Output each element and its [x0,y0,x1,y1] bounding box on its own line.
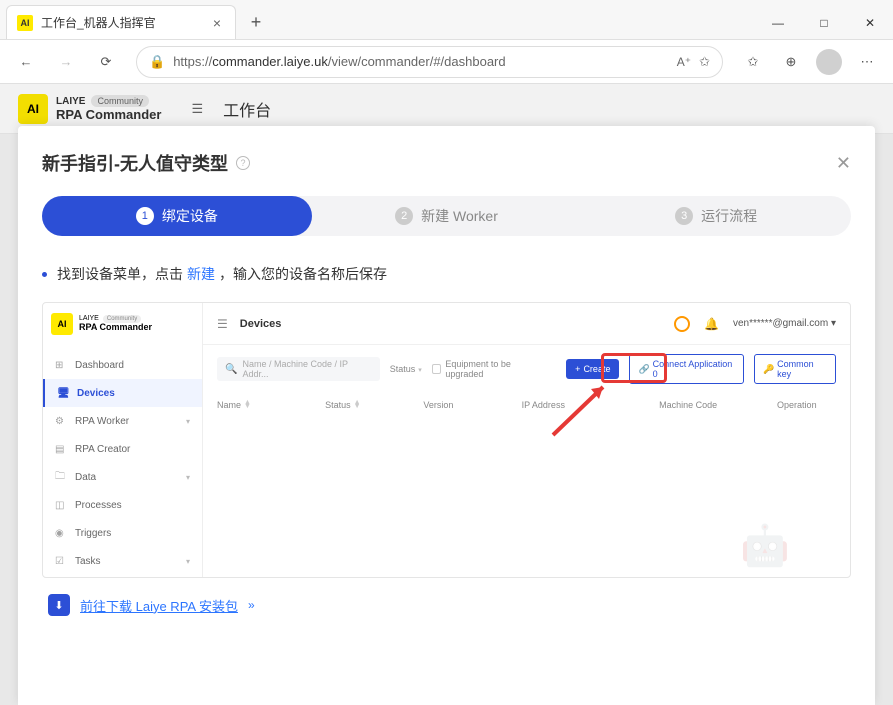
status-filter[interactable]: Status▾ [390,364,422,374]
sidebar-item-devices[interactable]: 🖥Devices [43,379,202,407]
step-label-2: 新建 Worker [421,206,498,226]
inner-main: ☰ Devices 🔔 ven******@gmail.com ▾ 🔍 Name… [203,303,850,577]
key-icon: 🔑 [763,364,774,375]
chevron-right-icon: » [248,598,255,612]
bullet-icon [42,272,47,277]
bell-icon[interactable]: 🔔 [704,317,719,331]
sidebar-icon: ⚙ [55,416,67,427]
browser-tab[interactable]: AI 工作台_机器人指挥官 × [6,5,236,39]
browser-toolbar: ← → ⟳ 🔒 https://commander.laiye.uk/view/… [0,40,893,84]
sidebar-item-dashboard[interactable]: ⊞Dashboard [43,351,202,379]
plus-icon: + [575,364,580,374]
browser-titlebar: AI 工作台_机器人指挥官 × + — □ ✕ [0,0,893,40]
forward-button[interactable]: → [48,46,84,78]
arrow-annotation [543,375,623,445]
col-operation: Operation [777,400,836,410]
minimize-button[interactable]: — [755,7,801,39]
download-icon: ⬇ [48,594,70,616]
tab-favicon: AI [17,15,33,31]
chevron-down-icon: ▾ [186,557,190,566]
lock-icon: 🔒 [149,54,165,70]
search-icon: 🔍 [225,364,237,375]
more-menu-icon[interactable]: ⋯ [849,46,885,78]
checkbox-icon [432,364,442,374]
favorites-bar-icon[interactable]: ✩ [735,46,771,78]
refresh-button[interactable]: ⟳ [88,46,124,78]
robot-watermark-icon: 🤖 [740,522,790,569]
onboarding-modal: 新手指引-无人值守类型 ? ✕ 1 绑定设备 2 新建 Worker 3 运行流… [18,126,875,705]
sidebar-item-data[interactable]: 🗀Data▾ [43,463,202,491]
common-key-button[interactable]: 🔑 Common key [754,354,836,384]
step-3[interactable]: 3 运行流程 [581,196,851,236]
mini-ai-icon: AI [51,313,73,335]
step-indicator: 1 绑定设备 2 新建 Worker 3 运行流程 [42,196,851,236]
sidebar-icon: 🖥 [57,388,69,399]
table-header: Name▲▼ Status▲▼ Version IP Address Machi… [203,393,850,417]
inner-toggle-icon[interactable]: ☰ [217,317,228,331]
profile-avatar[interactable] [811,46,847,78]
inner-page-title: Devices [240,318,282,330]
window-controls: — □ ✕ [755,7,893,39]
user-email[interactable]: ven******@gmail.com ▾ [733,318,836,329]
col-version: Version [423,400,521,410]
tab-close-icon[interactable]: × [209,15,225,31]
inner-screenshot: AI LAIYE Community RPA Commander ⊞Dashbo… [42,302,851,578]
step-num-2: 2 [395,207,413,225]
maximize-button[interactable]: □ [801,7,847,39]
chevron-down-icon: ▾ [186,417,190,426]
tab-title: 工作台_机器人指挥官 [41,14,209,31]
back-button[interactable]: ← [8,46,44,78]
sidebar-icon: ⊞ [55,360,67,371]
status-circle-icon[interactable] [674,316,690,332]
col-name[interactable]: Name▲▼ [217,400,325,410]
chevron-down-icon: ▾ [186,473,190,482]
sidebar-icon: ▤ [55,444,67,455]
reader-icon[interactable]: A⁺ [677,55,691,69]
help-icon[interactable]: ? [236,156,250,170]
col-machine: Machine Code [659,400,777,410]
step-label-3: 运行流程 [701,206,757,226]
address-bar[interactable]: 🔒 https://commander.laiye.uk/view/comman… [136,46,723,78]
url-text: https://commander.laiye.uk/view/commande… [173,54,677,69]
sidebar-icon: ◫ [55,500,67,511]
col-status[interactable]: Status▲▼ [325,400,423,410]
inner-logo: AI LAIYE Community RPA Commander [43,303,202,345]
instruction-link[interactable]: 新建 [187,264,215,284]
modal-title: 新手指引-无人值守类型 [42,150,228,176]
download-link-row: ⬇ 前往下载 Laiye RPA 安装包 » [42,578,851,632]
sidebar-item-rpa-worker[interactable]: ⚙RPA Worker▾ [43,407,202,435]
sidebar-icon: ◉ [55,528,67,539]
step-2[interactable]: 2 新建 Worker [312,196,582,236]
close-window-button[interactable]: ✕ [847,7,893,39]
new-tab-button[interactable]: + [242,8,270,36]
inner-filter-bar: 🔍 Name / Machine Code / IP Addr... Statu… [203,345,850,393]
step-num-1: 1 [136,207,154,225]
download-link[interactable]: 前往下载 Laiye RPA 安装包 [80,596,238,615]
sidebar-icon: ☑ [55,556,67,567]
inner-topbar: ☰ Devices 🔔 ven******@gmail.com ▾ [203,303,850,345]
collections-icon[interactable]: ⊕ [773,46,809,78]
sidebar-item-triggers[interactable]: ◉Triggers [43,519,202,547]
sidebar-icon: 🗀 [55,469,67,486]
sidebar-item-rpa-creator[interactable]: ▤RPA Creator [43,435,202,463]
step-1[interactable]: 1 绑定设备 [42,196,312,236]
instruction-text: 找到设备菜单，点击 新建 ，输入您的设备名称后保存 [42,264,851,284]
favorite-icon[interactable]: ✩ [699,54,710,70]
sidebar-item-tasks[interactable]: ☑Tasks▾ [43,547,202,575]
upgrade-checkbox[interactable]: Equipment to be upgraded [432,359,546,379]
step-label-1: 绑定设备 [162,206,218,226]
modal-close-icon[interactable]: ✕ [836,153,851,174]
step-num-3: 3 [675,207,693,225]
search-input[interactable]: 🔍 Name / Machine Code / IP Addr... [217,357,380,381]
inner-sidebar: AI LAIYE Community RPA Commander ⊞Dashbo… [43,303,203,577]
sidebar-item-processes[interactable]: ◫Processes [43,491,202,519]
